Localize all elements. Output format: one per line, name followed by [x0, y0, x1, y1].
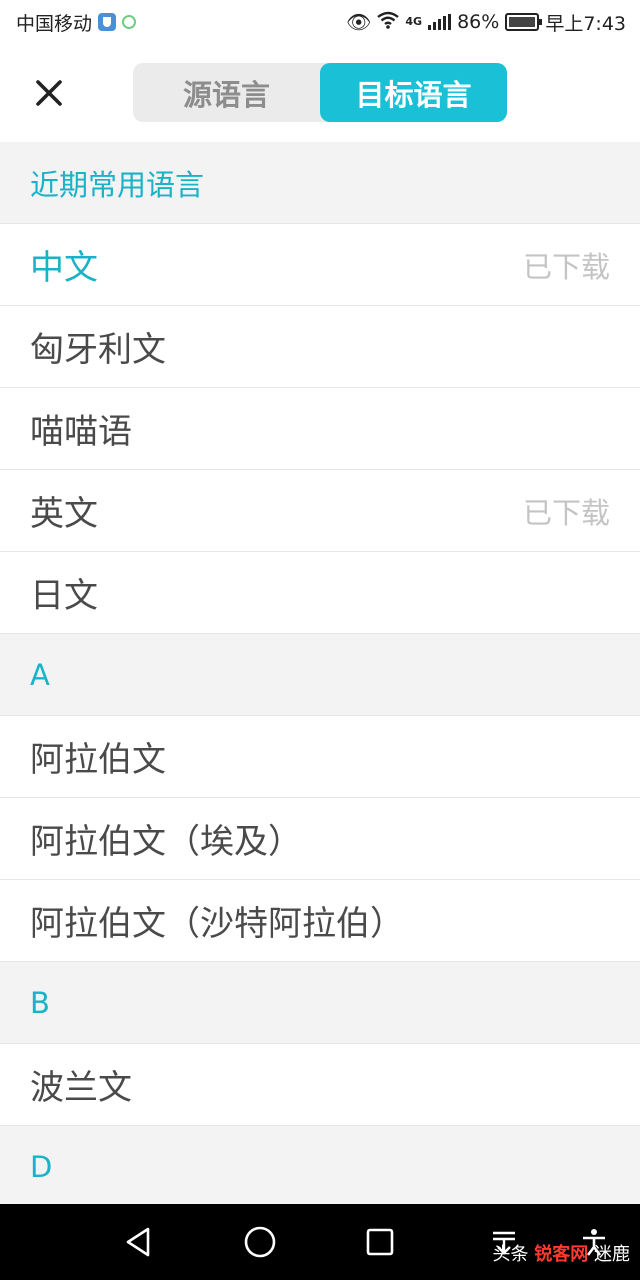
list-item[interactable]: 阿拉伯文（埃及）	[0, 798, 640, 880]
section-header-d: D	[0, 1126, 640, 1204]
network-type-label: 4G	[405, 14, 423, 28]
list-item[interactable]: 英文 已下载	[0, 470, 640, 552]
home-circle-icon	[244, 1226, 276, 1258]
watermark: 头条 锐客网 迷鹿	[493, 1240, 630, 1266]
back-button[interactable]	[118, 1222, 158, 1262]
status-bar: 中国移动 👁 4G 86% 早上7:43	[0, 0, 640, 44]
section-label: A	[30, 657, 50, 692]
language-list[interactable]: 近期常用语言 中文 已下载 匈牙利文 喵喵语 英文 已下载 日文 A 阿拉伯文 …	[0, 142, 640, 1204]
section-label: 近期常用语言	[30, 167, 205, 202]
shield-app-icon	[98, 13, 117, 31]
recents-square-icon	[366, 1228, 394, 1256]
tab-target-language[interactable]: 目标语言	[320, 63, 507, 122]
list-item[interactable]: 喵喵语	[0, 388, 640, 470]
signal-icon	[428, 14, 452, 30]
home-button[interactable]	[240, 1222, 280, 1262]
section-header-recent: 近期常用语言	[0, 142, 640, 224]
status-right: 👁 4G 86% 早上7:43	[346, 9, 626, 36]
chat-app-icon	[122, 15, 137, 29]
clock: 早上7:43	[545, 12, 626, 35]
section-label: D	[30, 1149, 53, 1184]
language-name: 中文	[30, 248, 98, 288]
download-status: 已下载	[522, 249, 610, 284]
language-name: 匈牙利文	[30, 330, 166, 370]
language-name: 英文	[30, 494, 98, 534]
battery-icon	[505, 13, 543, 31]
list-item[interactable]: 匈牙利文	[0, 306, 640, 388]
download-status: 已下载	[522, 495, 610, 530]
battery-percent: 86%	[457, 11, 500, 33]
carrier-label: 中国移动	[16, 12, 93, 35]
language-name: 阿拉伯文	[30, 740, 166, 780]
list-item[interactable]: 阿拉伯文（沙特阿拉伯）	[0, 880, 640, 962]
tab-source-language[interactable]: 源语言	[133, 63, 320, 122]
wifi-icon	[377, 11, 400, 34]
list-item[interactable]: 日文	[0, 552, 640, 634]
language-name: 波兰文	[30, 1068, 132, 1108]
section-header-a: A	[0, 634, 640, 716]
section-header-b: B	[0, 962, 640, 1044]
recents-button[interactable]	[360, 1222, 400, 1262]
list-item[interactable]: 波兰文	[0, 1044, 640, 1126]
close-icon	[36, 80, 62, 106]
status-left: 中国移动	[16, 9, 137, 36]
back-triangle-icon	[126, 1227, 150, 1257]
language-name: 阿拉伯文（沙特阿拉伯）	[30, 904, 404, 944]
section-label: B	[30, 985, 50, 1020]
watermark-suffix: 迷鹿	[594, 1244, 630, 1265]
watermark-prefix: 头条	[492, 1244, 529, 1265]
watermark-brand: 锐客网	[534, 1244, 589, 1265]
list-item[interactable]: 阿拉伯文	[0, 716, 640, 798]
list-item[interactable]: 中文 已下载	[0, 224, 640, 306]
language-name: 喵喵语	[30, 412, 132, 452]
language-mode-toggle: 源语言 目标语言	[133, 63, 507, 122]
eye-icon: 👁	[346, 10, 372, 34]
language-name: 日文	[30, 576, 98, 616]
system-nav-bar: 头条 锐客网 迷鹿	[0, 1204, 640, 1280]
language-name: 阿拉伯文（埃及）	[30, 822, 302, 862]
header: 源语言 目标语言	[0, 44, 640, 142]
close-button[interactable]	[28, 72, 70, 114]
